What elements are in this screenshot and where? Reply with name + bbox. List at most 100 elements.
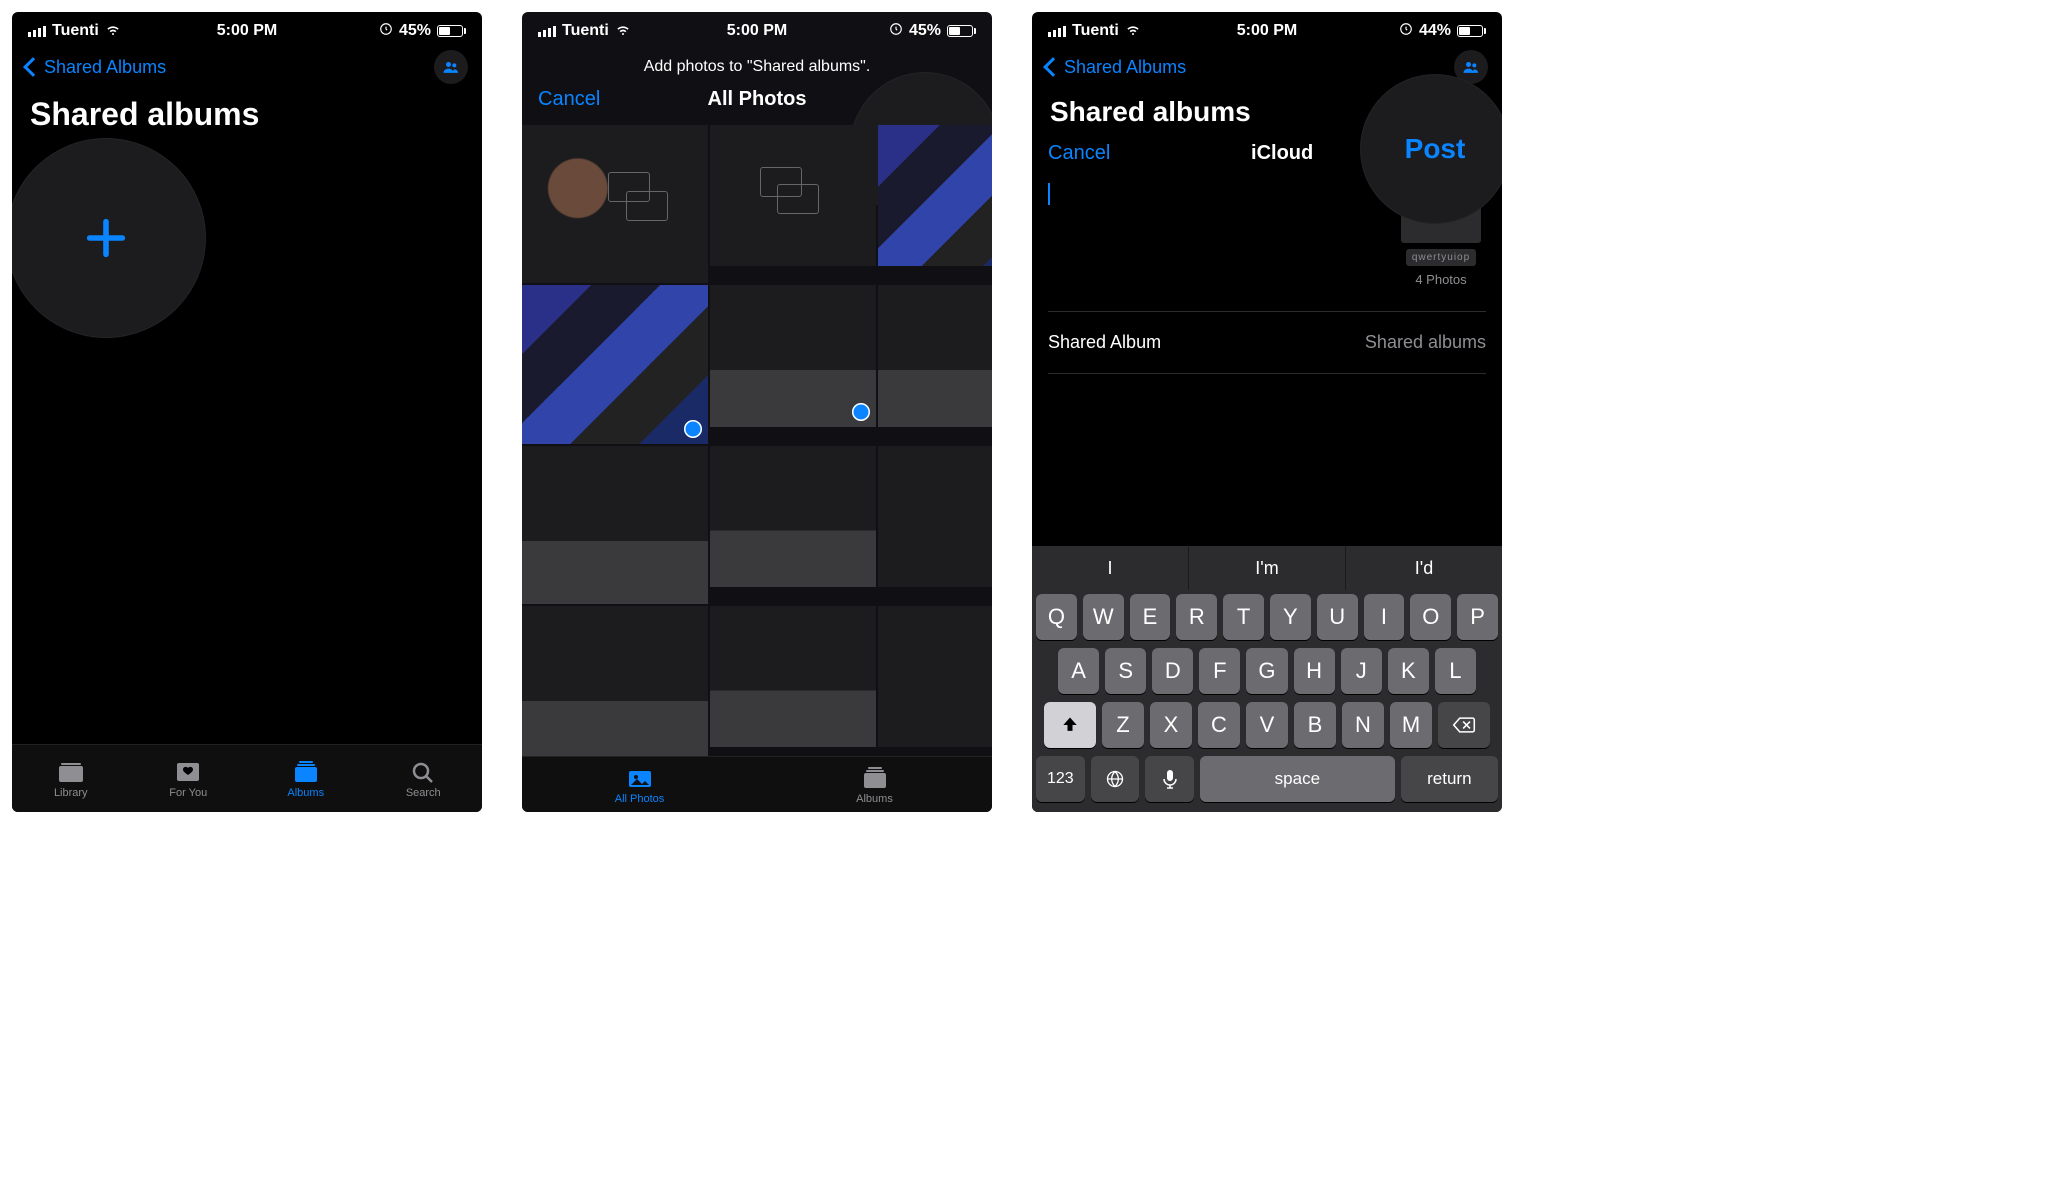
modal-title: iCloud [1251,142,1313,165]
caption-input[interactable] [1048,183,1384,295]
suggestion-bar: I I'm I'd [1032,546,1502,590]
key-123[interactable]: 123 [1036,756,1085,802]
signal-icon [538,26,556,37]
wifi-icon [1125,21,1141,42]
key-u[interactable]: U [1317,594,1358,640]
key-r[interactable]: R [1176,594,1217,640]
key-b[interactable]: B [1294,702,1336,748]
tab-albums-label: Albums [287,787,324,799]
search-icon [408,759,438,785]
tab-bar: Library For You Albums Search [12,744,482,812]
key-y[interactable]: Y [1270,594,1311,640]
rotation-lock-icon [1399,22,1413,41]
photo-grid: + [522,125,992,756]
people-button[interactable] [434,50,468,84]
tab-for-you[interactable]: For You [130,745,248,812]
suggestion[interactable]: I [1032,546,1189,590]
key-k[interactable]: K [1388,648,1429,694]
key-g[interactable]: G [1246,648,1287,694]
photo-thumb[interactable] [878,125,992,266]
photo-thumb[interactable] [710,606,876,747]
key-p[interactable]: P [1457,594,1498,640]
key-w[interactable]: W [1083,594,1124,640]
key-m[interactable]: M [1390,702,1432,748]
wifi-icon [615,21,631,42]
cancel-button[interactable]: Cancel [1048,142,1110,165]
cancel-button[interactable]: Cancel [538,88,600,111]
separator [1048,311,1486,312]
shared-album-row[interactable]: Shared Album Shared albums [1032,318,1502,367]
for-you-icon [173,759,203,785]
status-bar: Tuenti 5:00 PM 44% [1032,12,1502,46]
photo-count-label: 4 Photos [1415,272,1466,287]
toolbar-all-photos[interactable]: All Photos [522,757,757,812]
tab-search-label: Search [406,787,441,799]
rotation-lock-icon [379,22,393,41]
battery-icon [437,25,466,37]
key-globe[interactable] [1091,756,1140,802]
battery-icon [947,25,976,37]
picker-title: All Photos [708,88,807,111]
photo-thumb[interactable] [710,285,876,426]
photo-thumb[interactable] [522,285,708,443]
plus-icon[interactable] [78,210,134,266]
status-bar: Tuenti 5:00 PM 45% [12,12,482,46]
tab-search[interactable]: Search [365,745,483,812]
back-button[interactable]: Shared Albums [26,57,166,78]
key-shift[interactable] [1044,702,1096,748]
key-t[interactable]: T [1223,594,1264,640]
key-d[interactable]: D [1152,648,1193,694]
key-s[interactable]: S [1105,648,1146,694]
key-x[interactable]: X [1150,702,1192,748]
wifi-icon [105,21,121,42]
tab-albums[interactable]: Albums [247,745,365,812]
clock: 5:00 PM [727,22,787,40]
clock: 5:00 PM [217,22,277,40]
back-button[interactable]: Shared Albums [1046,57,1186,78]
toolbar-albums[interactable]: Albums [757,757,992,812]
key-a[interactable]: A [1058,648,1099,694]
chevron-left-icon [23,57,43,77]
key-o[interactable]: O [1410,594,1451,640]
key-h[interactable]: H [1294,648,1335,694]
picker-toolbar: All Photos Albums [522,756,992,812]
photo-thumb[interactable] [710,446,876,587]
key-c[interactable]: C [1198,702,1240,748]
tab-for-you-label: For You [169,787,207,799]
signal-icon [28,26,46,37]
suggestion[interactable]: I'd [1346,546,1502,590]
key-f[interactable]: F [1199,648,1240,694]
photo-thumb[interactable] [710,125,876,266]
key-delete[interactable] [1438,702,1490,748]
page-title: Shared albums [12,88,482,145]
rotation-lock-icon [889,22,903,41]
key-l[interactable]: L [1435,648,1476,694]
battery-percent: 44% [1419,22,1451,40]
key-space[interactable]: space [1200,756,1395,802]
key-n[interactable]: N [1342,702,1384,748]
post-button[interactable]: Post [1405,133,1466,165]
key-j[interactable]: J [1341,648,1382,694]
key-e[interactable]: E [1130,594,1171,640]
photo-thumb[interactable] [522,446,708,604]
suggestion[interactable]: I'm [1189,546,1346,590]
battery-percent: 45% [909,22,941,40]
zoom-callout-add [12,138,206,338]
key-z[interactable]: Z [1102,702,1144,748]
tab-library-label: Library [54,787,88,799]
key-q[interactable]: Q [1036,594,1077,640]
photo-thumb[interactable] [878,446,992,587]
key-return[interactable]: return [1401,756,1498,802]
key-i[interactable]: I [1364,594,1405,640]
photos-icon [625,765,655,791]
tab-library[interactable]: Library [12,745,130,812]
photo-thumb[interactable] [878,285,992,426]
key-v[interactable]: V [1246,702,1288,748]
photo-thumb[interactable] [522,606,708,756]
keyboard: I I'm I'd Q W E R T Y U I O P A S D F G … [1032,546,1502,812]
battery-icon [1457,25,1486,37]
photo-thumb[interactable] [522,125,708,283]
carrier-label: Tuenti [562,22,609,40]
photo-thumb[interactable] [878,606,992,747]
key-mic[interactable] [1145,756,1194,802]
